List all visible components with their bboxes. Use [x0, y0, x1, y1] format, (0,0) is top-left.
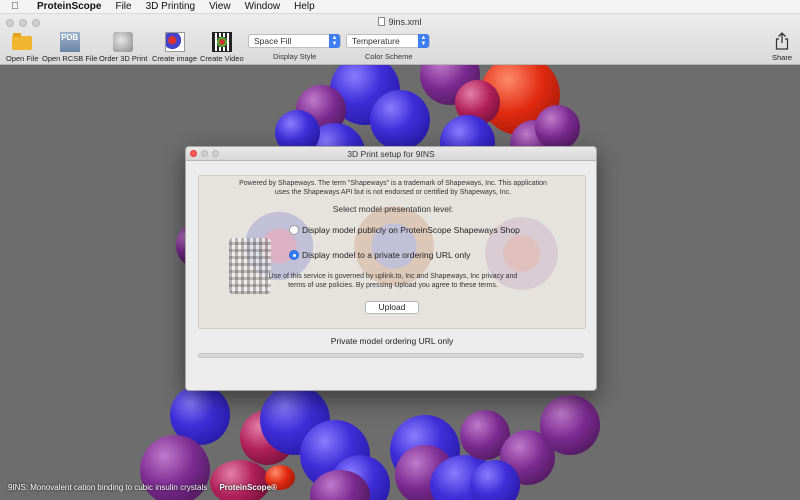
terms-notice: Use of this service is governed by uplin… — [268, 273, 518, 289]
film-icon — [211, 32, 232, 52]
menu-view[interactable]: View — [202, 1, 238, 12]
menu-window[interactable]: Window — [238, 1, 288, 12]
image-icon — [164, 32, 185, 52]
updown-arrow-icon: ▲ ▼ — [418, 34, 429, 48]
color-scheme-select[interactable]: Temperature ▲ ▼ — [346, 34, 430, 48]
print-options-panel: Powered by Shapeways. The term "Shapeway… — [198, 175, 586, 329]
print-setup-dialog: 3D Print setup for 9INS Powered by Shape… — [185, 146, 597, 391]
display-style-label: Display Style — [273, 52, 317, 61]
shapeways-notice: Powered by Shapeways. The term "Shapeway… — [239, 180, 547, 196]
window-toolbar: 9ins.xml Open File PDB Open RCSB File Or… — [0, 14, 800, 65]
pdb-icon: PDB — [59, 32, 80, 52]
option-private-url[interactable]: Display model to a private ordering URL … — [289, 250, 470, 260]
dialog-title: 3D Print setup for 9INS — [347, 149, 435, 159]
dialog-zoom-button — [212, 150, 219, 157]
open-file-button[interactable]: Open File — [6, 32, 39, 63]
create-video-label: Create Video — [200, 54, 244, 63]
folder-icon — [12, 33, 33, 50]
menu-bar:  ProteinScope File 3D Printing View Win… — [0, 0, 800, 14]
menu-3d-printing[interactable]: 3D Printing — [139, 1, 202, 12]
window-title: 9ins.xml — [0, 17, 800, 27]
share-button[interactable]: Share — [772, 32, 792, 62]
radio-button-public[interactable] — [289, 225, 299, 235]
create-video-button[interactable]: Create Video — [200, 32, 244, 63]
dialog-window-controls — [190, 150, 219, 157]
structure-caption: 9INS: Monovalent cation binding to cubic… — [8, 483, 277, 492]
upload-button[interactable]: Upload — [365, 301, 419, 314]
dialog-titlebar: 3D Print setup for 9INS — [186, 147, 596, 161]
upload-progress-bar — [198, 353, 584, 358]
dialog-minimize-button — [201, 150, 208, 157]
order-3d-print-button[interactable]: Order 3D Print — [99, 32, 147, 63]
open-file-label: Open File — [6, 54, 39, 63]
create-image-button[interactable]: Create image — [152, 32, 197, 63]
structure-description: 9INS: Monovalent cation binding to cubic… — [8, 483, 208, 492]
create-image-label: Create image — [152, 54, 198, 63]
display-style-select[interactable]: Space Fill ▲ ▼ — [248, 34, 341, 48]
menu-app-name[interactable]: ProteinScope — [30, 1, 108, 12]
brand-label: ProteinScope® — [219, 483, 277, 492]
menu-file[interactable]: File — [108, 1, 138, 12]
menu-help[interactable]: Help — [287, 1, 322, 12]
updown-arrow-icon: ▲ ▼ — [329, 34, 340, 48]
order-3d-print-label: Order 3D Print — [99, 54, 148, 63]
presentation-level-label: Select model presentation level: — [332, 204, 454, 214]
option-public-label[interactable]: Display model publicly on ProteinScope S… — [302, 225, 520, 235]
dialog-close-button[interactable] — [190, 150, 197, 157]
3d-print-icon — [113, 32, 134, 52]
apple-icon[interactable]:  — [0, 1, 30, 12]
document-icon — [378, 17, 386, 26]
option-private-label[interactable]: Display model to a private ordering URL … — [302, 250, 470, 260]
open-rcsb-label: Open RCSB File — [42, 54, 98, 63]
share-icon — [775, 32, 789, 50]
open-rcsb-button[interactable]: PDB Open RCSB File — [42, 32, 97, 63]
color-scheme-label: Color Scheme — [365, 52, 413, 61]
upload-status: Private model ordering URL only — [330, 336, 454, 346]
share-label: Share — [771, 53, 792, 62]
radio-button-private[interactable] — [289, 250, 299, 260]
option-public-shop[interactable]: Display model publicly on ProteinScope S… — [289, 225, 520, 235]
